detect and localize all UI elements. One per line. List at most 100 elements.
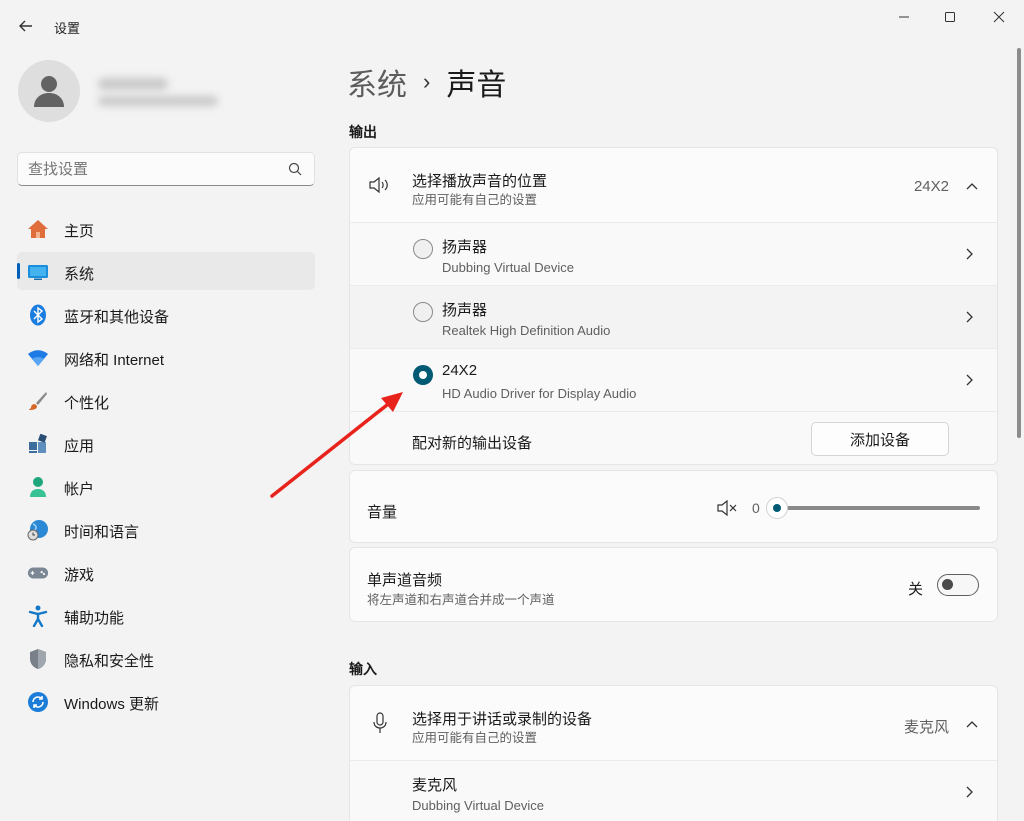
sidebar-item-home[interactable]: 主页 — [17, 209, 315, 247]
sidebar-item-label: 系统 — [64, 266, 95, 283]
chevron-right-icon[interactable] — [963, 310, 977, 324]
app-title: 设置 — [54, 21, 81, 36]
back-arrow-icon — [19, 20, 32, 32]
output-device-row-selected[interactable]: 24X2 HD Audio Driver for Display Audio — [350, 348, 997, 411]
add-device-button[interactable]: 添加设备 — [811, 422, 949, 456]
sidebar-item-accounts[interactable]: 帐户 — [17, 467, 315, 505]
pair-new-output-label: 配对新的输出设备 — [412, 435, 533, 452]
chevron-right-icon[interactable] — [963, 785, 977, 799]
sidebar-item-privacy[interactable]: 隐私和安全性 — [17, 639, 315, 677]
choose-output-row[interactable]: 选择播放声音的位置 应用可能有自己的设置 24X2 — [350, 148, 997, 222]
choose-input-subtitle: 应用可能有自己的设置 — [412, 731, 538, 745]
sidebar-item-label: 网络和 Internet — [64, 352, 165, 369]
microphone-icon — [373, 712, 387, 733]
accessibility-icon — [27, 605, 49, 627]
volume-value: 0 — [752, 500, 760, 516]
chevron-right-icon[interactable] — [963, 373, 977, 387]
user-silhouette-icon — [34, 76, 64, 107]
sidebar-nav: 主页 系统 蓝牙和其他设备 网络和 Internet 个性化 应用 帐户 时间和… — [17, 209, 315, 725]
sidebar-item-network[interactable]: 网络和 Internet — [17, 338, 315, 376]
output-section-label: 输出 — [349, 124, 377, 140]
wifi-icon — [27, 347, 49, 369]
search-icon — [288, 162, 302, 176]
choose-output-title: 选择播放声音的位置 — [412, 173, 548, 190]
globe-clock-icon — [27, 519, 49, 541]
sidebar-item-label: 主页 — [64, 223, 95, 240]
choose-output-subtitle: 应用可能有自己的设置 — [412, 193, 538, 207]
search-input[interactable] — [28, 161, 268, 178]
close-icon — [993, 11, 1005, 23]
output-device-driver: HD Audio Driver for Display Audio — [442, 386, 637, 401]
output-device-driver: Realtek High Definition Audio — [442, 323, 611, 338]
maximize-button[interactable] — [933, 6, 967, 28]
sidebar-item-apps[interactable]: 应用 — [17, 424, 315, 462]
input-section-label: 输入 — [349, 661, 377, 677]
user-name-redacted — [98, 78, 168, 90]
volume-slider-track[interactable] — [776, 506, 980, 510]
sidebar-item-label: 蓝牙和其他设备 — [64, 309, 170, 326]
input-device-name: 麦克风 — [412, 777, 458, 794]
sidebar-item-gaming[interactable]: 游戏 — [17, 553, 315, 591]
sidebar-item-label: 辅助功能 — [64, 610, 125, 627]
output-device-name: 24X2 — [442, 362, 478, 379]
mono-audio-state: 关 — [908, 581, 924, 598]
brush-icon — [27, 390, 49, 412]
search-box[interactable] — [17, 152, 315, 186]
update-icon — [27, 691, 49, 713]
output-device-radio[interactable] — [413, 302, 433, 322]
account-icon — [27, 476, 49, 498]
sidebar-item-label: 隐私和安全性 — [64, 653, 155, 670]
sidebar-item-system[interactable]: 系统 — [17, 252, 315, 290]
title-bar: 设置 — [0, 0, 1024, 52]
sidebar-item-personalization[interactable]: 个性化 — [17, 381, 315, 419]
back-button[interactable] — [14, 14, 38, 38]
choose-input-row[interactable]: 选择用于讲话或录制的设备 应用可能有自己的设置 麦克风 — [350, 686, 997, 760]
home-icon — [27, 218, 49, 240]
sidebar-item-label: 游戏 — [64, 567, 95, 584]
sidebar-item-time-language[interactable]: 时间和语言 — [17, 510, 315, 548]
shield-icon — [27, 648, 49, 670]
close-button[interactable] — [982, 6, 1016, 28]
output-device-card: 选择播放声音的位置 应用可能有自己的设置 24X2 扬声器 Dubbing Vi… — [349, 147, 998, 465]
sidebar-item-accessibility[interactable]: 辅助功能 — [17, 596, 315, 634]
breadcrumb-separator: › — [423, 69, 431, 94]
sidebar-item-windows-update[interactable]: Windows 更新 — [17, 682, 315, 720]
chevron-up-icon[interactable] — [965, 179, 979, 193]
apps-icon — [27, 433, 49, 455]
output-device-driver: Dubbing Virtual Device — [442, 260, 574, 275]
mono-audio-subtitle: 将左声道和右声道合并成一个声道 — [367, 593, 555, 607]
speaker-icon — [369, 176, 388, 194]
user-email-redacted — [98, 96, 218, 106]
mono-audio-title: 单声道音频 — [367, 572, 443, 589]
volume-label: 音量 — [367, 504, 398, 521]
mono-audio-toggle[interactable] — [937, 574, 979, 596]
maximize-icon — [945, 12, 955, 22]
gamepad-icon — [27, 562, 49, 584]
input-device-driver: Dubbing Virtual Device — [412, 798, 544, 813]
minimize-button[interactable] — [887, 6, 921, 28]
volume-slider-thumb[interactable] — [766, 497, 788, 519]
speaker-muted-icon[interactable] — [717, 500, 739, 516]
sidebar-item-label: 个性化 — [64, 395, 110, 412]
sidebar-item-label: 时间和语言 — [64, 524, 140, 541]
user-profile[interactable] — [18, 60, 318, 126]
current-input-device: 麦克风 — [903, 719, 949, 736]
breadcrumb-parent[interactable]: 系统 — [347, 60, 407, 104]
pair-new-output-row: 配对新的输出设备 添加设备 — [350, 411, 997, 464]
choose-input-title: 选择用于讲话或录制的设备 — [412, 711, 593, 728]
system-icon — [27, 261, 49, 283]
chevron-right-icon[interactable] — [963, 247, 977, 261]
scrollbar[interactable] — [1017, 48, 1021, 438]
output-device-row[interactable]: 扬声器 Realtek High Definition Audio — [350, 285, 997, 348]
input-device-card: 选择用于讲话或录制的设备 应用可能有自己的设置 麦克风 麦克风 Dubbing … — [349, 685, 998, 821]
sidebar-item-label: 应用 — [64, 438, 95, 455]
input-device-row[interactable]: 麦克风 Dubbing Virtual Device — [350, 760, 997, 821]
chevron-up-icon[interactable] — [965, 717, 979, 731]
sidebar-item-bluetooth[interactable]: 蓝牙和其他设备 — [17, 295, 315, 333]
bluetooth-icon — [27, 304, 49, 326]
mono-audio-card: 单声道音频 将左声道和右声道合并成一个声道 关 — [349, 547, 998, 622]
output-device-radio[interactable] — [413, 239, 433, 259]
current-output-device: 24X2 — [913, 178, 949, 195]
output-device-radio-selected[interactable] — [413, 365, 433, 385]
output-device-row[interactable]: 扬声器 Dubbing Virtual Device — [350, 222, 997, 285]
